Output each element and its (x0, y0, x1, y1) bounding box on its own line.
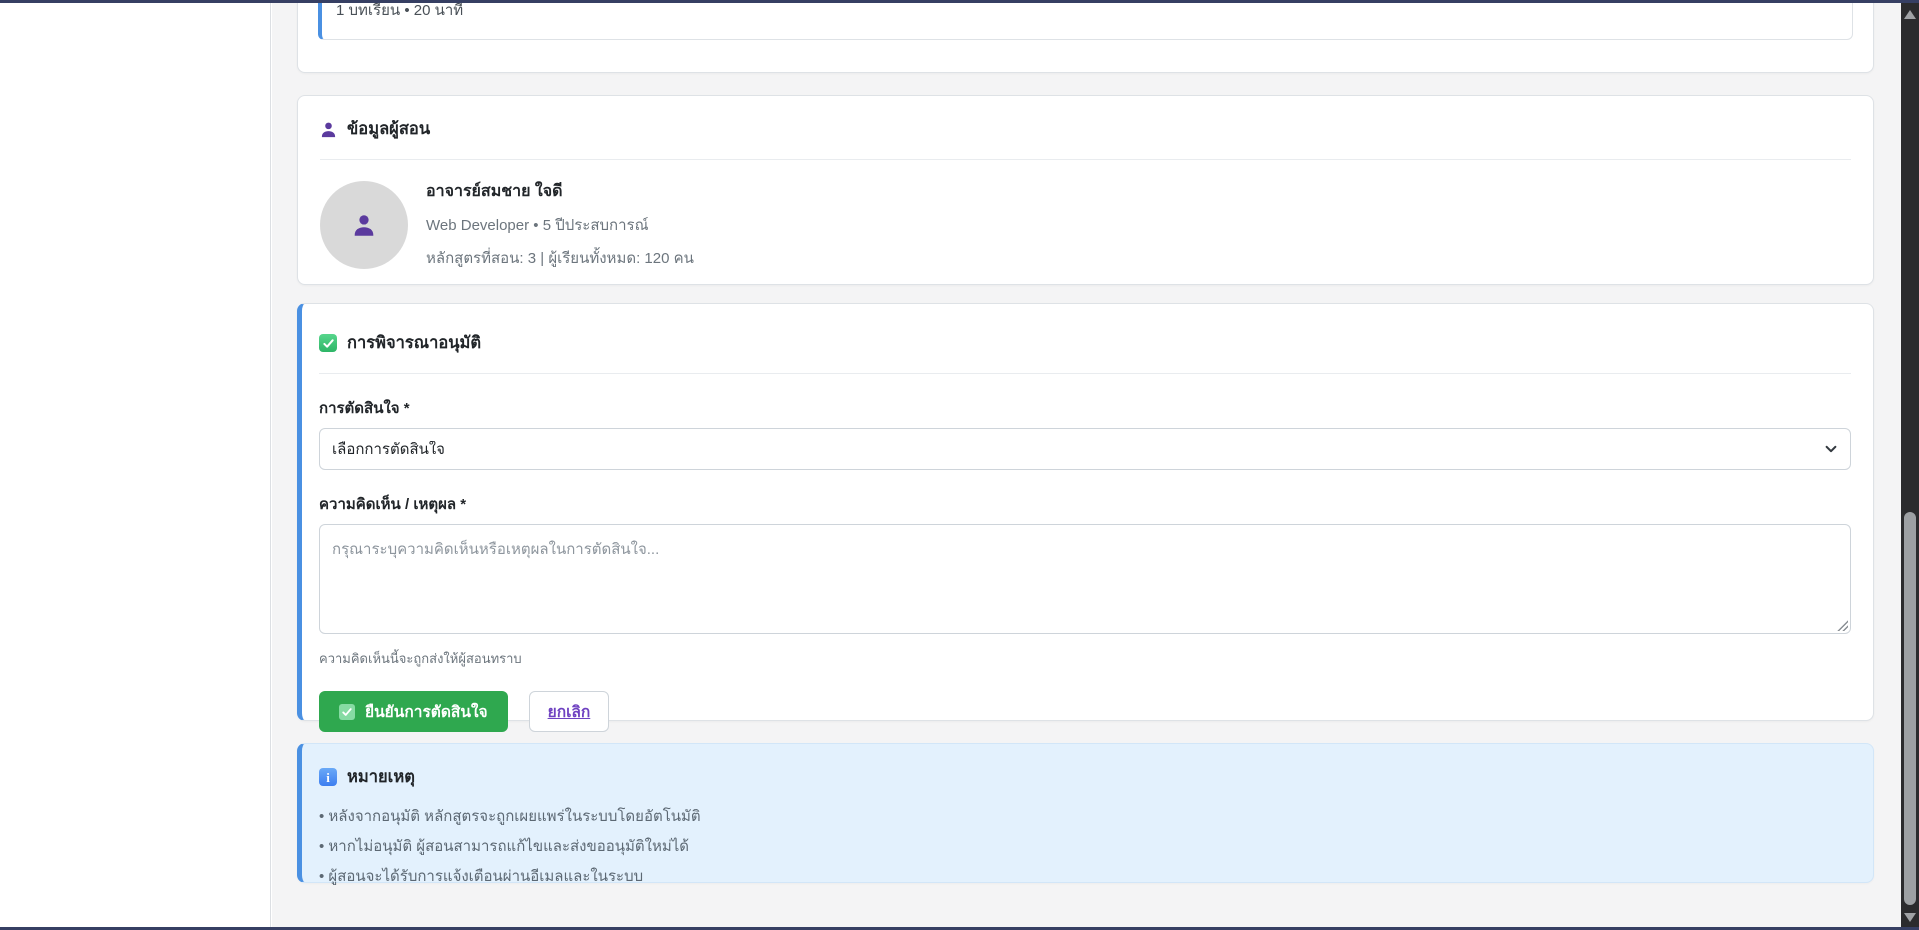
note-list: • หลังจากอนุมัติ หลักสูตรจะถูกเผยแพร่ในร… (319, 804, 1851, 888)
comment-help-text: ความคิดเห็นนี้จะถูกส่งให้ผู้สอนทราบ (319, 648, 1851, 669)
instructor-body: อาจารย์สมชาย ใจดี Web Developer • 5 ปีปร… (320, 179, 1851, 270)
note-card: หมายเหตุ • หลังจากอนุมัติ หลักสูตรจะถูกเ… (297, 743, 1874, 883)
comment-label: ความคิดเห็น / เหตุผล * (319, 492, 1851, 516)
comment-textarea-wrap (319, 524, 1851, 634)
scrollbar-up-arrow-icon[interactable] (1904, 10, 1916, 19)
content-column: 1 บทเรียน • 20 นาที ข้อมูลผู้สอน (297, 3, 1874, 883)
instructor-card-title: ข้อมูลผู้สอน (347, 116, 430, 142)
resize-handle-icon[interactable] (1836, 619, 1848, 631)
instructor-card-header: ข้อมูลผู้สอน (320, 116, 1851, 142)
instructor-name: อาจารย์สมชาย ใจดี (426, 179, 694, 204)
instructor-card: ข้อมูลผู้สอน อาจารย์สมชาย ใจดี Web Devel… (297, 95, 1874, 285)
instructor-info: อาจารย์สมชาย ใจดี Web Developer • 5 ปีปร… (426, 179, 694, 270)
scrollbar-down-arrow-icon[interactable] (1904, 913, 1916, 922)
lesson-meta: 1 บทเรียน • 20 นาที (336, 3, 463, 22)
note-item: • หลังจากอนุมัติ หลักสูตรจะถูกเผยแพร่ในร… (319, 804, 1851, 828)
action-buttons-row: ยืนยันการตัดสินใจ ยกเลิก (319, 691, 1851, 732)
check-icon (339, 704, 355, 720)
approval-card-title: การพิจารณาอนุมัติ (347, 330, 481, 356)
check-square-icon (319, 334, 337, 352)
confirm-decision-button[interactable]: ยืนยันการตัดสินใจ (319, 691, 508, 732)
note-item: • หากไม่อนุมัติ ผู้สอนสามารถแก้ไขและส่งข… (319, 834, 1851, 858)
comment-textarea[interactable] (319, 524, 1851, 634)
cancel-button-label: ยกเลิก (548, 699, 591, 724)
cancel-button[interactable]: ยกเลิก (529, 691, 610, 732)
divider (320, 159, 1851, 160)
top-border-bar (0, 0, 1919, 3)
note-card-header: หมายเหตุ (319, 764, 1851, 790)
main-content: 1 บทเรียน • 20 นาที ข้อมูลผู้สอน (272, 3, 1901, 927)
info-icon (319, 768, 337, 786)
decision-select[interactable]: เลือกการตัดสินใจ (319, 428, 1851, 470)
approval-card: การพิจารณาอนุมัติ การตัดสินใจ * เลือกการ… (297, 303, 1874, 721)
note-card-title: หมายเหตุ (347, 764, 415, 790)
note-item: • ผู้สอนจะได้รับการแจ้งเตือนผ่านอีเมลและ… (319, 864, 1851, 888)
decision-select-wrap: เลือกการตัดสินใจ (319, 428, 1851, 470)
person-icon (320, 121, 337, 138)
lesson-item[interactable]: 1 บทเรียน • 20 นาที (318, 3, 1853, 40)
vertical-scrollbar[interactable] (1901, 3, 1919, 927)
lessons-card: 1 บทเรียน • 20 นาที (297, 3, 1874, 73)
scrollbar-thumb[interactable] (1904, 512, 1916, 905)
divider (319, 373, 1851, 374)
left-sidebar (0, 3, 271, 927)
approval-card-header: การพิจารณาอนุมัติ (319, 330, 1851, 356)
decision-label: การตัดสินใจ * (319, 396, 1851, 420)
instructor-stats: หลักสูตรที่สอน: 3 | ผู้เรียนทั้งหมด: 120… (426, 246, 694, 270)
avatar-person-icon (352, 213, 376, 237)
instructor-avatar (320, 181, 408, 269)
confirm-button-label: ยืนยันการตัดสินใจ (365, 699, 488, 724)
instructor-role: Web Developer • 5 ปีประสบการณ์ (426, 213, 694, 237)
